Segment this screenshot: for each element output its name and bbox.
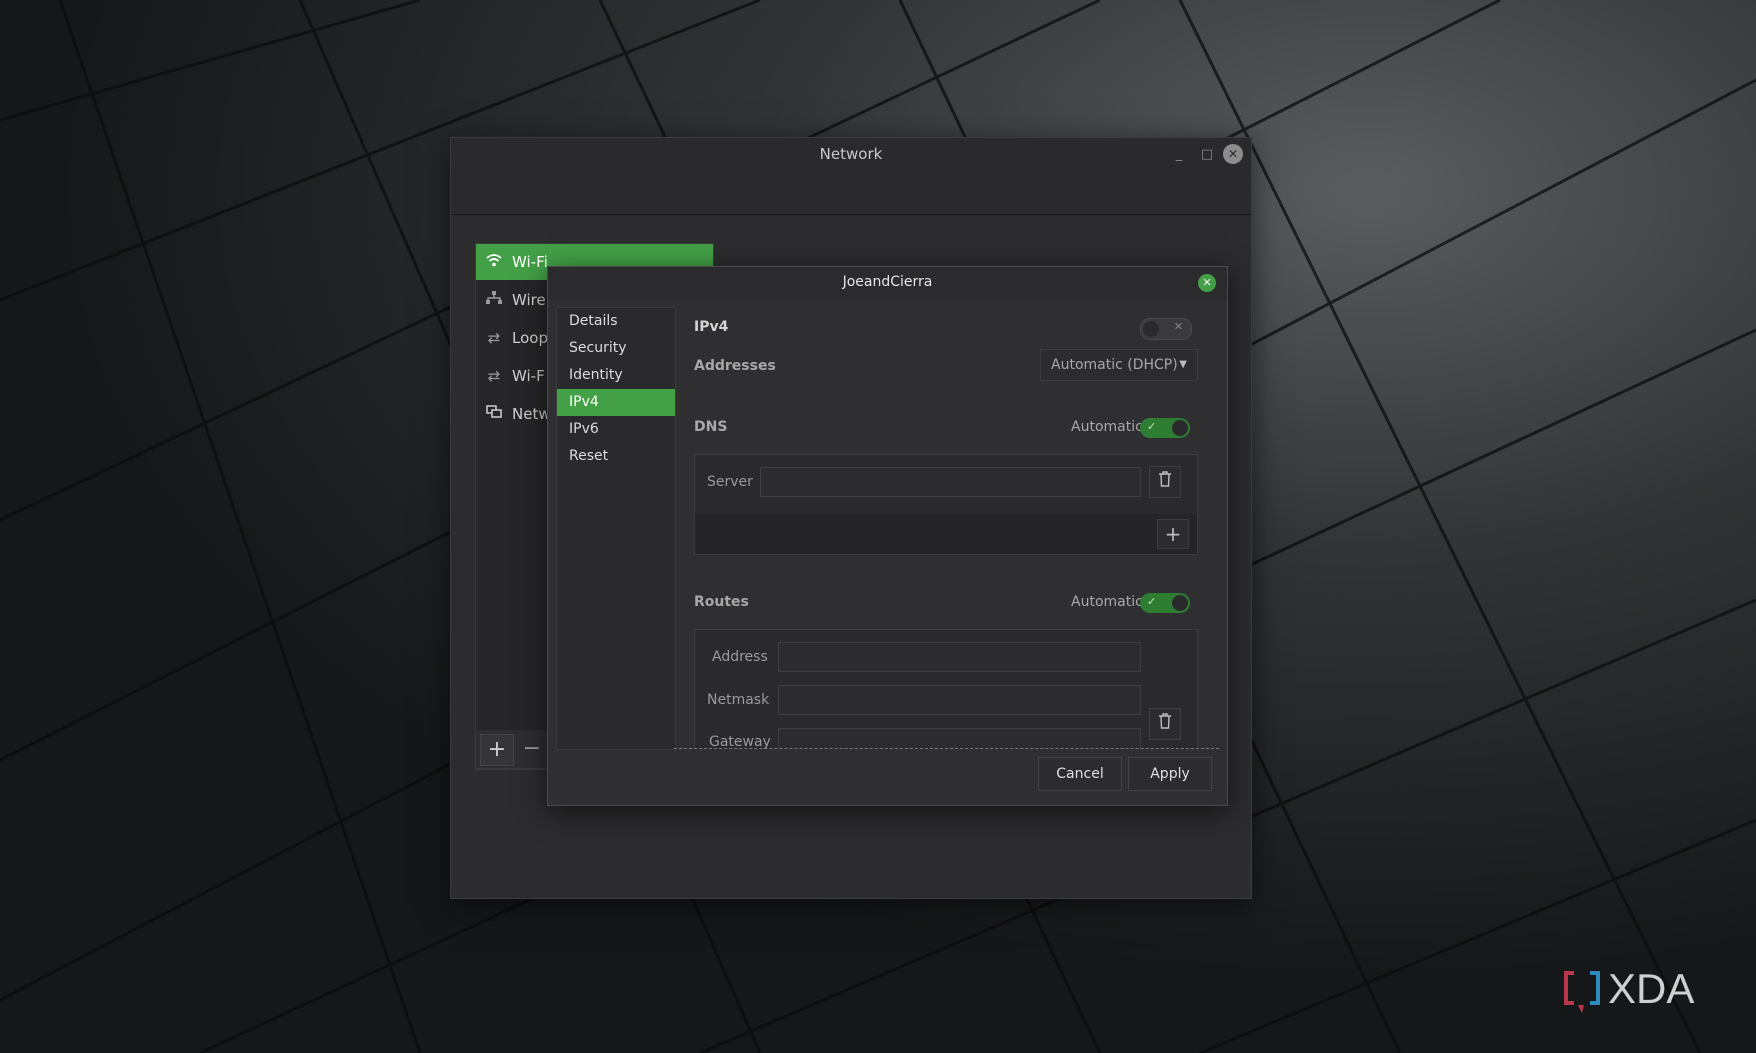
- chevron-down-icon: ▼: [1179, 359, 1187, 370]
- dialog-title: JoeandCierra: [842, 274, 933, 290]
- dns-server-box: Server +: [694, 454, 1198, 555]
- sidebar-item-ipv6[interactable]: IPv6: [557, 416, 675, 443]
- trash-icon: [1159, 471, 1171, 487]
- addresses-method-dropdown[interactable]: Automatic (DHCP) ▼: [1040, 349, 1198, 381]
- toggle-off-icon: ✕: [1173, 320, 1183, 333]
- network-icon: [476, 405, 512, 423]
- checkmark-icon: ✓: [1147, 595, 1157, 608]
- connection-label: Wire: [512, 291, 546, 309]
- sidebar-item-reset[interactable]: Reset: [557, 443, 675, 470]
- server-label: Server: [707, 474, 753, 490]
- wired-icon: [476, 291, 512, 309]
- sidebar-item-details[interactable]: Details: [557, 308, 675, 335]
- routes-automatic-label: Automatic: [1071, 594, 1143, 610]
- close-button[interactable]: ✕: [1223, 144, 1243, 164]
- window-title: Network: [819, 145, 883, 163]
- remove-connection-button[interactable]: −: [516, 734, 548, 764]
- maximize-button[interactable]: □: [1198, 146, 1216, 164]
- route-address-input[interactable]: [778, 642, 1141, 672]
- dns-automatic-toggle[interactable]: ✓: [1140, 418, 1190, 438]
- connection-label: Netw: [512, 405, 551, 423]
- cancel-button[interactable]: Cancel: [1038, 757, 1122, 791]
- connection-label: Wi-F: [512, 367, 545, 385]
- gateway-label: Gateway: [709, 734, 771, 749]
- toggle-knob: [1172, 420, 1188, 436]
- apply-button[interactable]: Apply: [1128, 757, 1212, 791]
- netmask-label: Netmask: [707, 692, 770, 708]
- add-server-button[interactable]: +: [1157, 519, 1189, 549]
- route-netmask-input[interactable]: [778, 685, 1141, 715]
- addresses-method-value: Automatic (DHCP): [1051, 357, 1178, 373]
- addresses-label: Addresses: [694, 358, 776, 374]
- connection-dialog: JoeandCierra ✕ Details Security Identity…: [547, 266, 1228, 806]
- wifi-icon: [476, 253, 512, 271]
- sidebar-item-identity[interactable]: Identity: [557, 362, 675, 389]
- dialog-close-button[interactable]: ✕: [1198, 274, 1216, 292]
- dns-add-row: +: [695, 514, 1197, 554]
- delete-route-button[interactable]: [1149, 708, 1181, 740]
- dns-server-input[interactable]: [760, 467, 1141, 497]
- dialog-titlebar[interactable]: JoeandCierra ✕: [548, 267, 1227, 299]
- sidebar-item-security[interactable]: Security: [557, 335, 675, 362]
- window-titlebar[interactable]: Network _ □ ✕: [451, 138, 1251, 215]
- connection-label: Wi-Fi: [512, 253, 548, 271]
- minimize-button[interactable]: _: [1170, 146, 1188, 164]
- trash-icon: [1159, 713, 1171, 729]
- xda-logo: XDA: [1560, 965, 1730, 1015]
- dns-automatic-label: Automatic: [1071, 419, 1143, 435]
- ipv4-settings-pane: IPv4 ✕ Addresses Automatic (DHCP) ▼ DNS …: [682, 299, 1227, 749]
- checkmark-icon: ✓: [1147, 420, 1157, 433]
- ipv4-title: IPv4: [694, 319, 729, 335]
- add-connection-button[interactable]: +: [480, 734, 514, 766]
- dialog-sidebar: Details Security Identity IPv4 IPv6 Rese…: [556, 307, 676, 750]
- svg-text:XDA: XDA: [1608, 965, 1694, 1012]
- delete-server-button[interactable]: [1149, 466, 1181, 498]
- route-gateway-input[interactable]: [778, 728, 1141, 749]
- arrows-icon: ⇄: [487, 367, 501, 385]
- ipv4-enable-toggle[interactable]: ✕: [1140, 318, 1192, 340]
- address-label: Address: [712, 649, 768, 665]
- toggle-knob: [1143, 321, 1159, 337]
- toggle-knob: [1172, 595, 1188, 611]
- routes-automatic-toggle[interactable]: ✓: [1140, 593, 1190, 613]
- loopback-icon: ⇄: [487, 329, 501, 347]
- routes-title: Routes: [694, 594, 749, 610]
- sidebar-item-ipv4[interactable]: IPv4: [557, 389, 675, 416]
- dns-title: DNS: [694, 419, 728, 435]
- route-entry-box: Address Netmask Gateway: [694, 629, 1198, 749]
- scroll-boundary: [674, 748, 1219, 749]
- connection-label: Loop: [512, 329, 548, 347]
